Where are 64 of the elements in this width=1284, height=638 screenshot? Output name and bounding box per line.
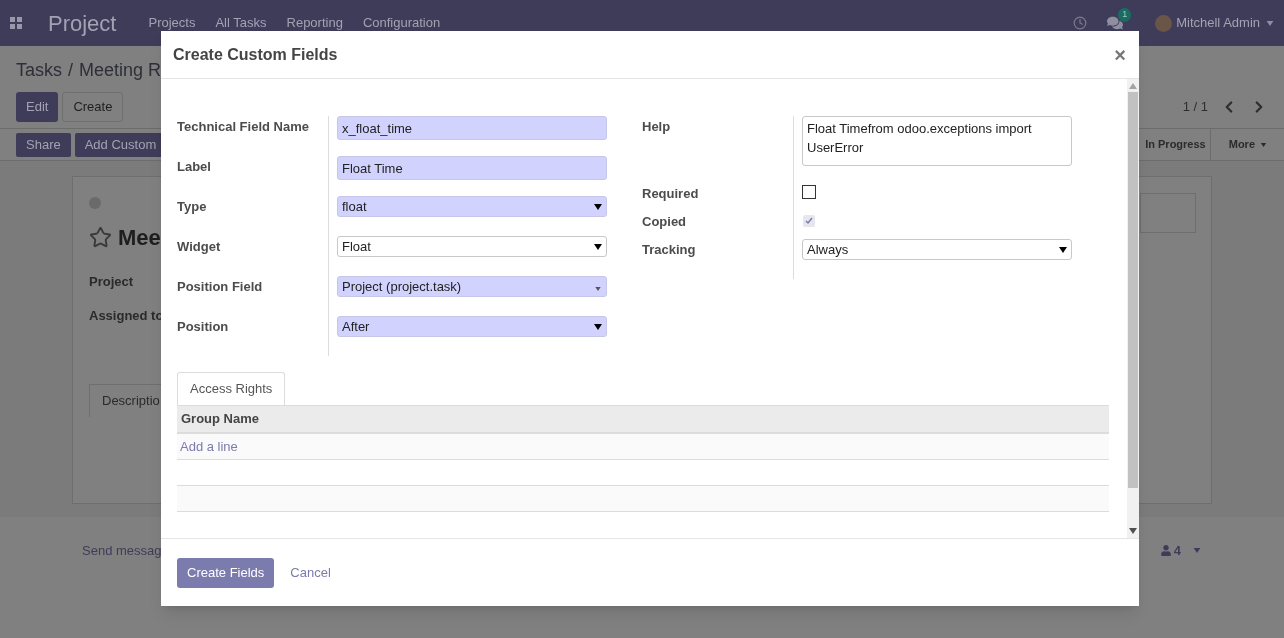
user-name[interactable]: Mitchell Admin [1176,13,1260,33]
field-label: Project [89,273,134,291]
more-button[interactable]: More [1228,136,1267,153]
scroll-up-icon[interactable] [1129,83,1137,89]
apps-grid-icon[interactable] [10,17,22,29]
breadcrumb-current: Meeting R [79,59,162,82]
field-label: Tracking [642,241,697,259]
close-button[interactable]: × [1114,44,1127,65]
tab[interactable]: Access Rights [177,372,286,405]
caret-icon [594,203,602,210]
stage-item[interactable]: In Progress [1145,128,1211,161]
field-label: Widget [177,238,222,256]
caret-icon [1193,548,1201,554]
field-label: Copied [642,213,688,231]
menu-item[interactable]: All Tasks [215,13,267,33]
menu-item[interactable]: Reporting [286,13,343,33]
create-fields-button[interactable]: Create Fields [177,557,275,588]
field-label: Label [177,158,212,176]
action-button[interactable]: Share [16,132,71,157]
scroll-down-icon[interactable] [1129,528,1137,534]
star-icon[interactable] [89,226,112,249]
select-field[interactable]: Project (project.task) [337,276,607,297]
breadcrumb-separator: / [68,59,74,82]
select-field[interactable]: Always [802,239,1072,260]
clock-icon[interactable] [1073,16,1088,30]
select-field[interactable]: float [337,196,607,217]
caret-icon [1260,142,1267,147]
record-title: Mee [118,224,161,252]
add-line-link[interactable]: Add a line [180,436,238,457]
breadcrumb-link[interactable]: Tasks [16,57,62,84]
send-message-link[interactable]: Send messag [82,541,162,561]
followers-icon[interactable] [1160,545,1171,557]
field-label: Technical Field Name [177,118,310,136]
select-field[interactable]: Float [337,236,607,257]
avatar [1155,14,1173,32]
column-header: Group Name [181,410,259,429]
field-label: Help [642,118,672,136]
pager-text: 1 / 1 [1182,98,1208,117]
text-field[interactable]: x_float_time [337,116,607,140]
field-label: Position Field [177,278,264,296]
caret-icon [594,286,602,291]
caret-icon [594,243,602,250]
checkbox[interactable] [802,185,816,199]
caret-icon [1059,246,1067,253]
field-label: Type [177,198,208,216]
field-label: Required [642,185,700,203]
caret-icon [594,323,602,330]
menu-item[interactable]: Projects [148,13,196,33]
field-label: Position [177,318,230,336]
create-button[interactable]: Create [62,92,124,122]
chat-icon[interactable] [1107,15,1124,31]
scrollbar[interactable] [1127,79,1139,538]
menu-item[interactable]: Configuration [362,13,441,33]
edit-button[interactable]: Edit [16,92,59,122]
dialog-title: Create Custom Fields [173,44,338,65]
app-name: Project [48,9,117,38]
cancel-link[interactable]: Cancel [290,562,331,583]
message-count-badge: 1 [1118,8,1132,22]
help-textarea[interactable]: Float Timefrom odoo.exceptions import UserError [802,116,1072,166]
followers-count: 4 [1173,542,1181,560]
priority-box [1140,193,1196,233]
text-field[interactable]: Float Time [337,156,607,180]
select-field[interactable]: After [337,316,607,337]
caret-icon [1266,20,1274,26]
